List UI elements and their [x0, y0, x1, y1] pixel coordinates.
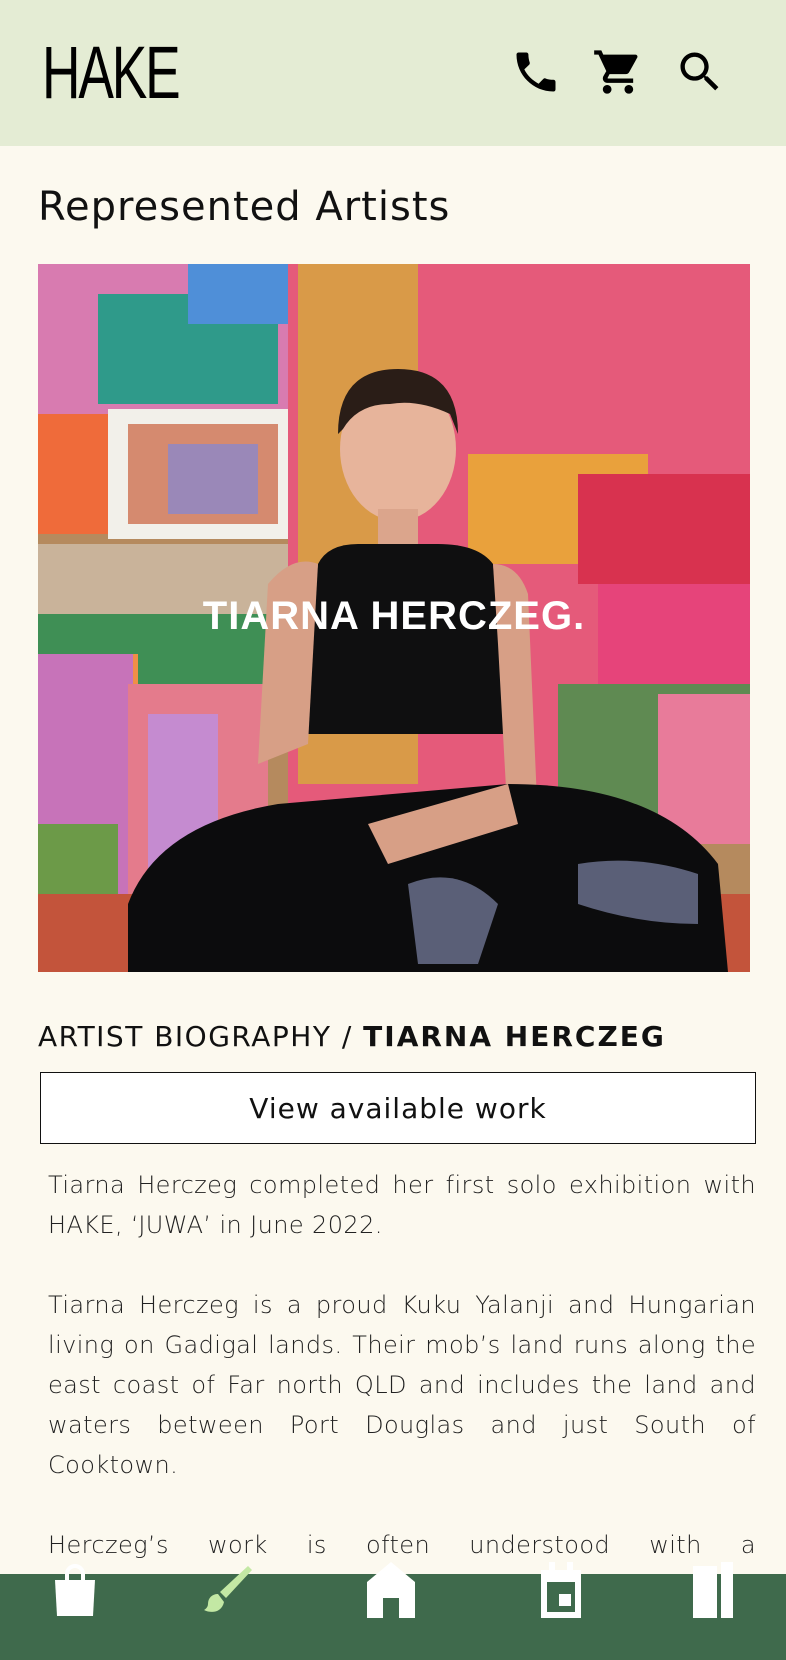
nav-home[interactable] [331, 1562, 451, 1660]
bio-paragraph: Tiarna Herczeg completed her first solo … [48, 1171, 756, 1239]
home-icon [367, 1562, 415, 1618]
paintbrush-icon [204, 1566, 252, 1612]
book-icon [693, 1562, 733, 1618]
bio-heading-prefix: ARTIST BIOGRAPHY / [38, 1020, 353, 1053]
bottom-navigation [0, 1562, 786, 1660]
phone-icon[interactable] [510, 46, 562, 98]
calendar-icon [541, 1562, 581, 1618]
nav-journal[interactable] [653, 1562, 773, 1660]
artist-name: TIARNA HERCZEG [363, 1020, 666, 1053]
artist-hero-image[interactable]: TIARNA HERCZEG. [38, 264, 750, 972]
search-icon[interactable] [674, 46, 726, 98]
header: HAKE [0, 0, 786, 146]
page-title: Represented Artists [38, 184, 451, 230]
bio-paragraph: Tiarna Herczeg is a proud Kuku Yalanji a… [48, 1291, 756, 1479]
shopping-bag-icon [55, 1564, 95, 1616]
hero-caption: TIARNA HERCZEG. [202, 594, 586, 638]
cart-icon[interactable] [592, 46, 644, 98]
nav-events[interactable] [501, 1562, 621, 1660]
logo[interactable]: HAKE [42, 36, 181, 110]
artist-biography-heading: ARTIST BIOGRAPHY / TIARNA HERCZEG [38, 1020, 666, 1053]
nav-shop[interactable] [15, 1564, 135, 1660]
nav-artists[interactable] [168, 1566, 288, 1660]
view-available-work-button[interactable]: View available work [40, 1072, 756, 1144]
